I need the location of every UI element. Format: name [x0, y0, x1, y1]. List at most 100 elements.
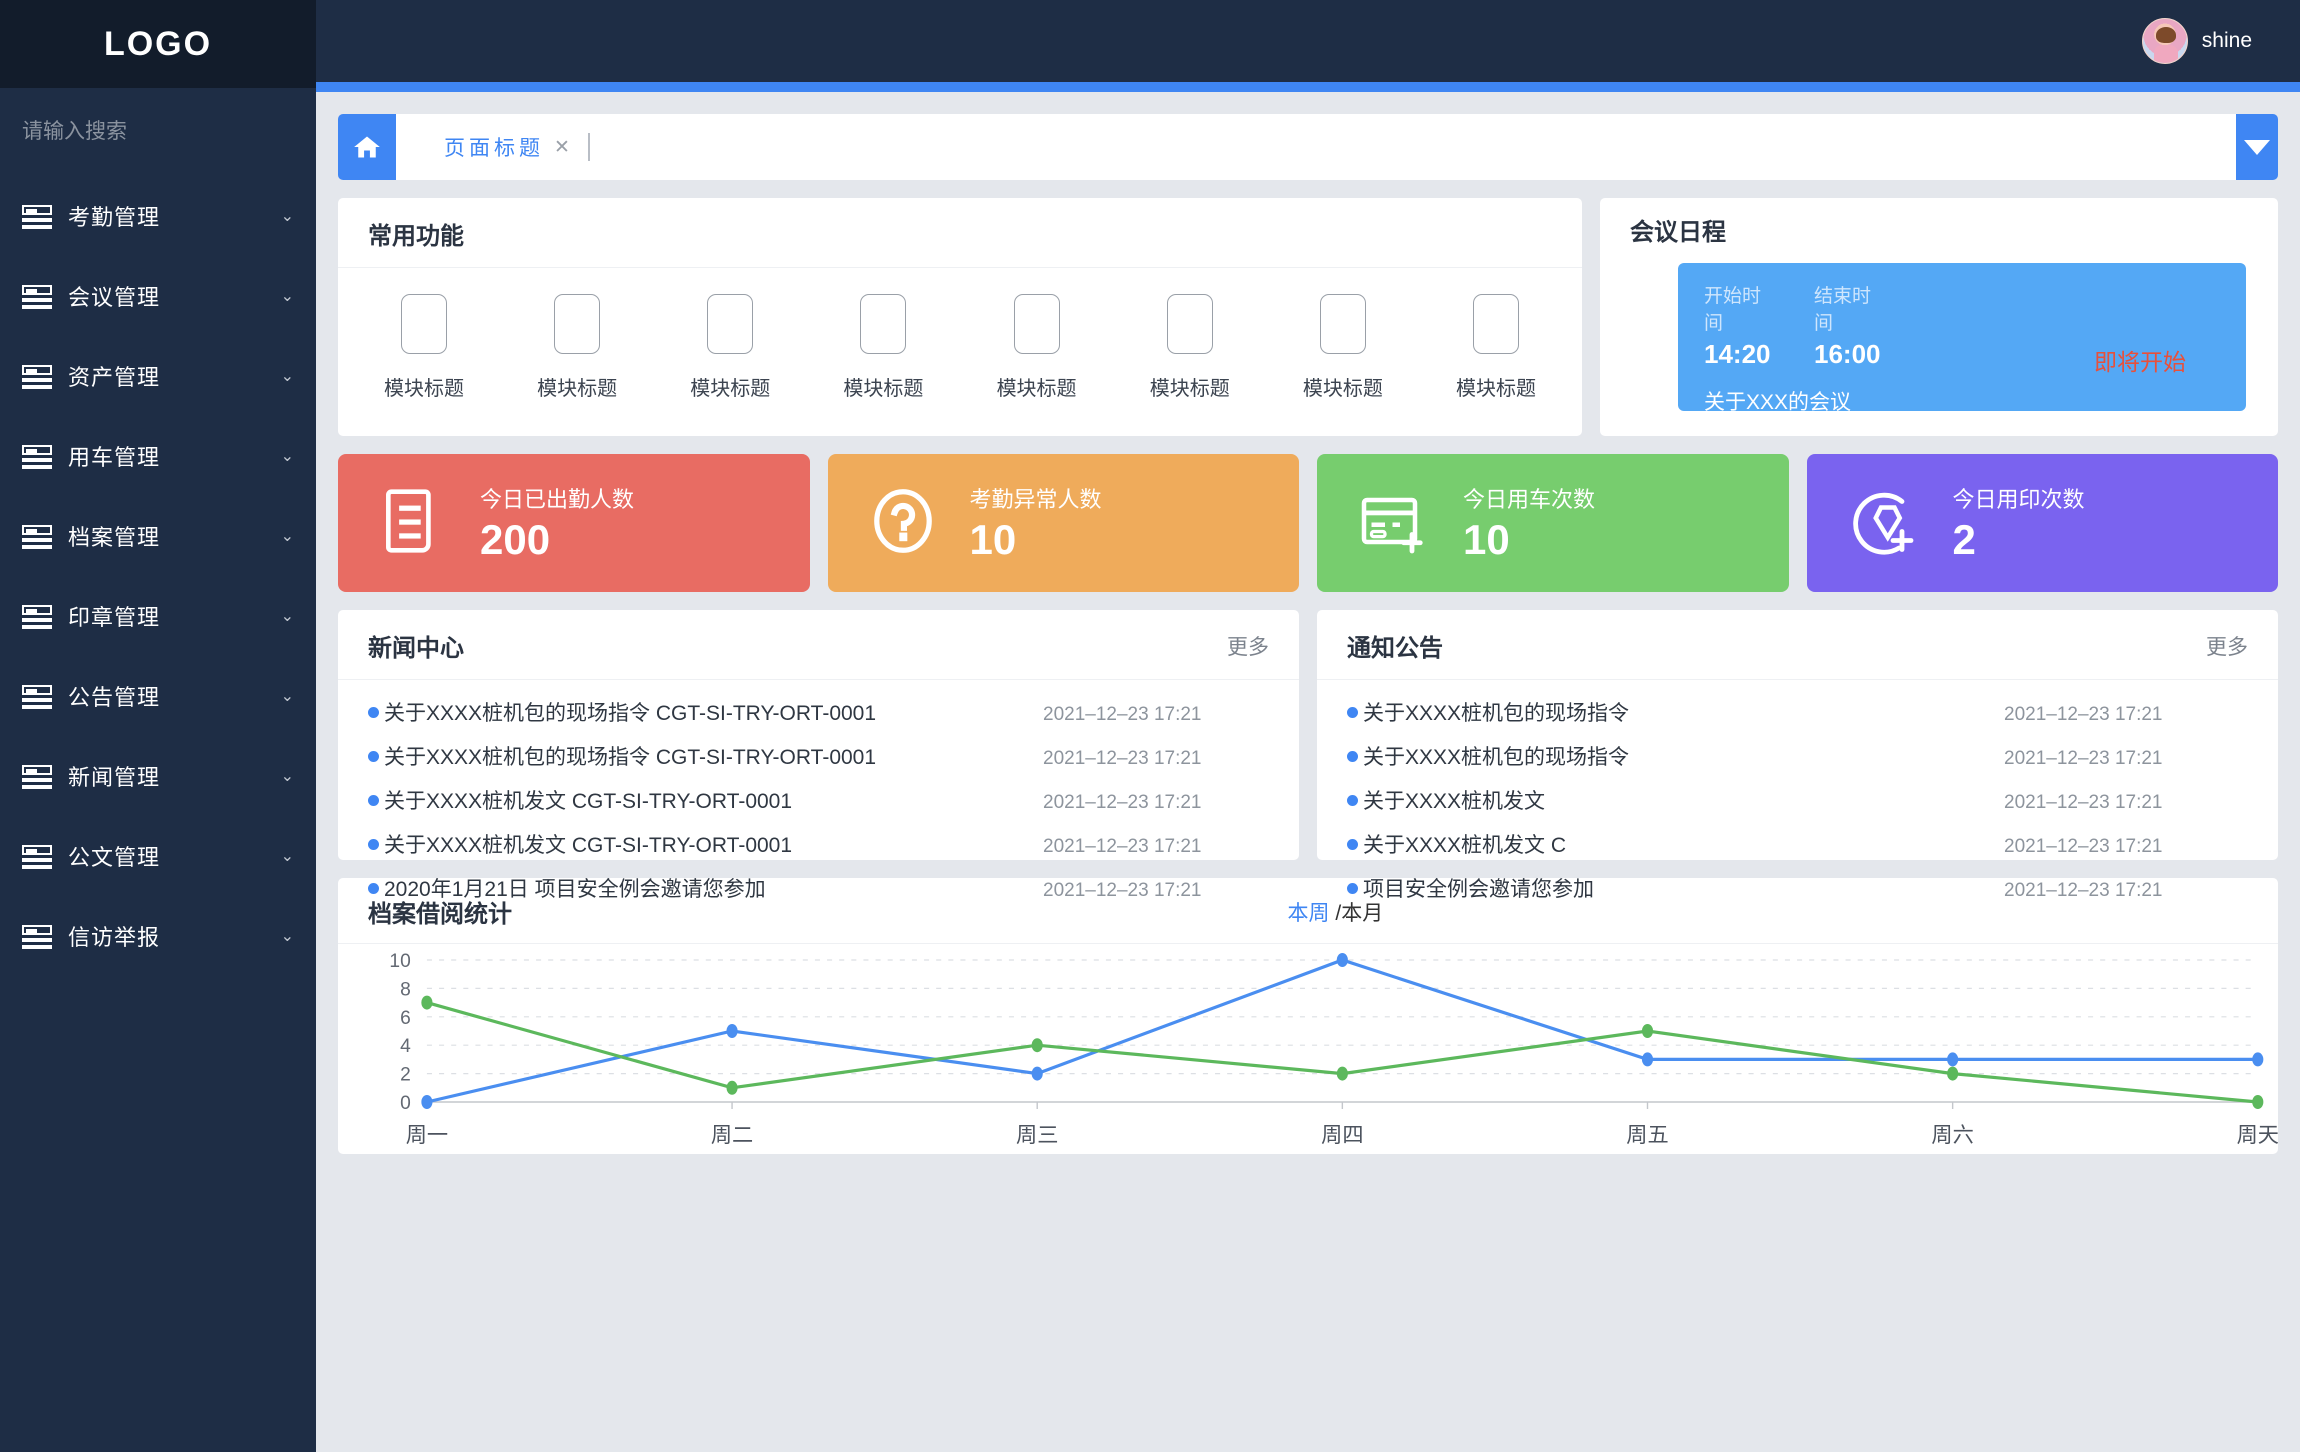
common-function-5[interactable]: 模块标题	[1140, 294, 1240, 401]
range-month[interactable]: 本月	[1341, 902, 1383, 925]
meeting-title: 会议日程	[1630, 219, 1726, 246]
common-function-label: 模块标题	[996, 378, 1077, 400]
common-function-4[interactable]: 模块标题	[987, 294, 1087, 401]
chevron-down-icon[interactable]: ⌄	[281, 286, 294, 306]
menu-card-icon	[22, 605, 52, 629]
common-function-2[interactable]: 模块标题	[680, 294, 780, 401]
common-function-label: 模块标题	[690, 378, 771, 400]
list-item[interactable]: 项目安全例会邀请您参加 2021–12–23 17:21	[1347, 866, 2248, 910]
svg-text:周三: 周三	[1016, 1124, 1058, 1147]
svg-text:0: 0	[400, 1093, 411, 1114]
notice-title: 通知公告	[1347, 635, 1443, 662]
module-placeholder-icon	[401, 294, 447, 354]
common-function-3[interactable]: 模块标题	[833, 294, 933, 401]
tab-page-title[interactable]: 页面标题 ✕	[444, 132, 570, 162]
common-function-0[interactable]: 模块标题	[374, 294, 474, 401]
document-icon	[376, 484, 450, 563]
svg-text:周二: 周二	[711, 1124, 753, 1147]
bullet-icon	[368, 883, 379, 894]
logo: LOGO	[0, 0, 316, 88]
list-item-date: 2021–12–23 17:21	[1043, 704, 1202, 725]
menu-card-icon	[22, 205, 52, 229]
menu-card-icon	[22, 845, 52, 869]
module-placeholder-icon	[707, 294, 754, 354]
main-area: shine 页面标题 ✕ 常用功能 模块标题 模块标题 模块标题 模块标题 模块…	[316, 0, 2300, 1452]
bullet-icon	[1347, 883, 1358, 894]
tab-dropdown-button[interactable]	[2236, 114, 2278, 180]
sidebar-item-6[interactable]: 公告管理 ⌄	[0, 656, 316, 736]
svg-text:4: 4	[400, 1036, 411, 1057]
list-item[interactable]: 关于XXXX桩机包的现场指令 CGT-SI-TRY-ORT-0001 2021–1…	[368, 734, 1269, 778]
news-center-card: 新闻中心 更多 关于XXXX桩机包的现场指令 CGT-SI-TRY-ORT-00…	[338, 610, 1299, 901]
sidebar-item-9[interactable]: 信访举报 ⌄	[0, 896, 316, 976]
user-menu[interactable]: shine	[2141, 18, 2252, 64]
svg-text:周六: 周六	[1931, 1123, 1973, 1147]
stat-card-3[interactable]: 今日用印次数 2	[1806, 454, 2278, 592]
svg-text:周一: 周一	[406, 1124, 448, 1147]
sidebar-item-2[interactable]: 资产管理 ⌄	[0, 336, 316, 416]
list-item[interactable]: 关于XXXX桩机发文 CGT-SI-TRY-ORT-0001 2021–12–23…	[368, 822, 1269, 866]
list-item[interactable]: 关于XXXX桩机发文 C 2021–12–23 17:21	[1347, 822, 2248, 866]
meeting-item[interactable]: 开始时间 结束时间 14:20 16:00 关于XXX的会议 即将开始	[1678, 263, 2246, 414]
close-icon[interactable]: ✕	[554, 136, 570, 159]
sidebar-item-4[interactable]: 档案管理 ⌄	[0, 496, 316, 576]
notice-more-link[interactable]: 更多	[2206, 631, 2248, 661]
end-time-label: 结束时间	[1814, 286, 1872, 334]
chevron-down-icon[interactable]: ⌄	[281, 606, 294, 626]
news-center-header: 新闻中心 更多	[338, 610, 1299, 680]
common-function-7[interactable]: 模块标题	[1446, 294, 1546, 401]
common-function-1[interactable]: 模块标题	[527, 294, 627, 401]
range-week[interactable]: 本周	[1288, 902, 1330, 925]
avatar	[2141, 18, 2188, 64]
chevron-down-icon[interactable]: ⌄	[281, 366, 294, 386]
sidebar-item-3[interactable]: 用车管理 ⌄	[0, 416, 316, 496]
list-item[interactable]: 关于XXXX桩机发文 CGT-SI-TRY-ORT-0001 2021–12–23…	[368, 778, 1269, 822]
stat-card-1[interactable]: 考勤异常人数 10	[827, 454, 1299, 592]
search-input[interactable]	[22, 120, 272, 144]
home-button[interactable]	[338, 114, 396, 180]
module-placeholder-icon	[860, 294, 907, 354]
sidebar-item-5[interactable]: 印章管理 ⌄	[0, 576, 316, 656]
svg-text:2: 2	[400, 1065, 411, 1086]
common-function-label: 模块标题	[843, 378, 924, 400]
sidebar-item-0[interactable]: 考勤管理 ⌄	[0, 176, 316, 256]
list-item-text: 关于XXXX桩机包的现场指令	[1363, 702, 1630, 725]
list-item[interactable]: 关于XXXX桩机包的现场指令 2021–12–23 17:21	[1347, 734, 2248, 778]
home-icon	[354, 136, 380, 158]
search-box	[0, 88, 316, 176]
list-item-date: 2021–12–23 17:21	[2004, 704, 2163, 725]
sidebar-item-label: 信访举报	[68, 925, 161, 950]
archive-chart-title: 档案借阅统计	[368, 901, 512, 928]
chevron-down-icon[interactable]: ⌄	[281, 926, 294, 946]
archive-chart-plot: 0 2 4 6 8 10 周一 周二 周三 周四 周五 周六 周天	[338, 944, 2278, 1158]
sidebar-item-label: 资产管理	[68, 365, 161, 390]
common-function-6[interactable]: 模块标题	[1293, 294, 1393, 401]
stat-card-2[interactable]: 今日用车次数 10	[1317, 454, 1789, 592]
list-item[interactable]: 关于XXXX桩机发文 2021–12–23 17:21	[1347, 778, 2248, 822]
stat-value: 10	[1463, 516, 1510, 563]
end-time-value: 16:00	[1814, 339, 1881, 369]
chevron-down-icon[interactable]: ⌄	[281, 206, 294, 226]
sidebar-item-8[interactable]: 公文管理 ⌄	[0, 816, 316, 896]
list-item[interactable]: 关于XXXX桩机包的现场指令 CGT-SI-TRY-ORT-0001 2021–1…	[368, 690, 1269, 734]
question-circle-icon	[866, 484, 940, 563]
chevron-down-icon[interactable]: ⌄	[281, 526, 294, 546]
chevron-down-icon[interactable]: ⌄	[281, 686, 294, 706]
sidebar-item-7[interactable]: 新闻管理 ⌄	[0, 736, 316, 816]
stat-card-0[interactable]: 今日已出勤人数 200	[338, 454, 810, 592]
sidebar-item-1[interactable]: 会议管理 ⌄	[0, 256, 316, 336]
chevron-down-icon[interactable]: ⌄	[281, 766, 294, 786]
chevron-down-icon[interactable]: ⌄	[281, 846, 294, 866]
list-item-date: 2021–12–23 17:21	[2004, 792, 2163, 813]
chevron-down-icon[interactable]: ⌄	[281, 446, 294, 466]
lists-row: 新闻中心 更多 关于XXXX桩机包的现场指令 CGT-SI-TRY-ORT-00…	[338, 610, 2278, 901]
list-item[interactable]: 关于XXXX桩机包的现场指令 2021–12–23 17:21	[1347, 690, 2248, 734]
news-more-link[interactable]: 更多	[1227, 631, 1269, 661]
line-chart: 0 2 4 6 8 10 周一 周二 周三 周四 周五 周六 周天	[389, 951, 2278, 1147]
menu-card-icon	[22, 685, 52, 709]
list-item-text: 关于XXXX桩机包的现场指令 CGT-SI-TRY-ORT-0001	[384, 746, 877, 769]
svg-text:10: 10	[389, 951, 410, 972]
sidebar: LOGO 考勤管理 ⌄ 会议管理 ⌄ 资产管理 ⌄ 用车管理 ⌄ 档案管理 ⌄ 印章管理 ⌄ 公告管理 ⌄…	[0, 0, 316, 1452]
meeting-subject: 关于XXX的会议	[1704, 391, 1852, 414]
common-function-label: 模块标题	[1302, 378, 1383, 400]
